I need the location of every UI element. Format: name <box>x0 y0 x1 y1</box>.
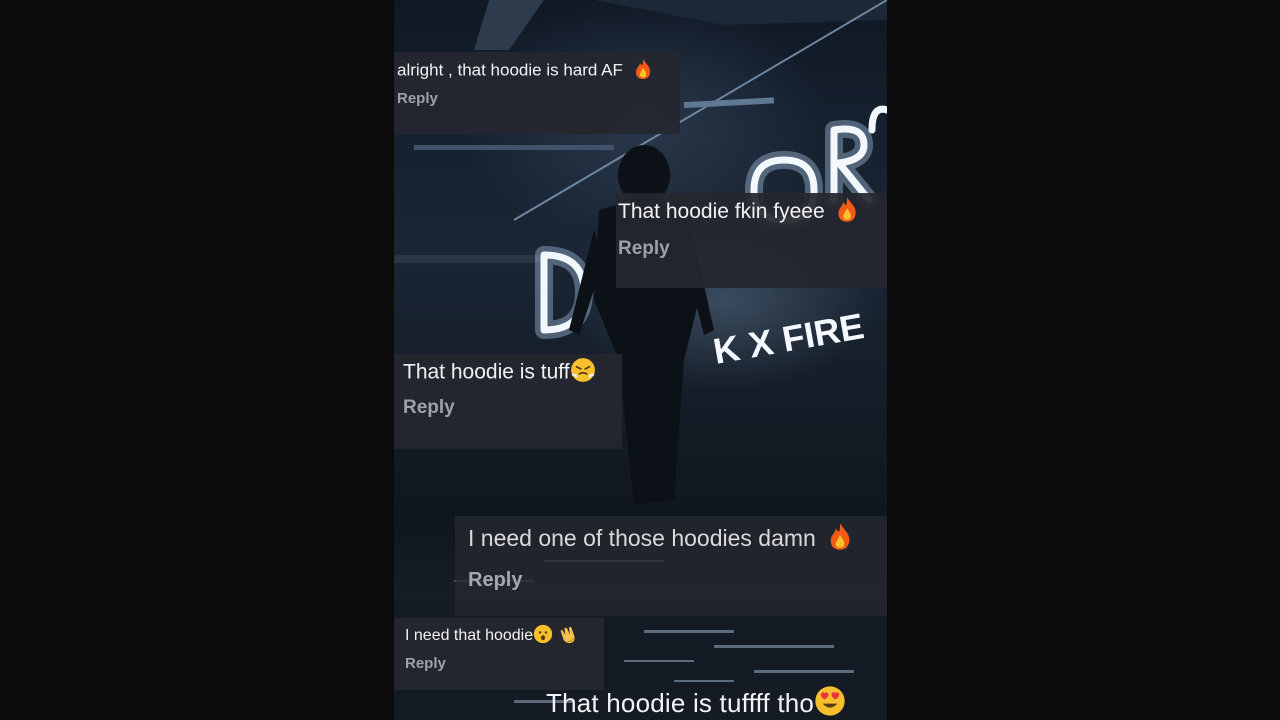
fire-icon <box>838 197 857 222</box>
comment-card: That hoodie fkin fyeee Reply <box>616 193 887 288</box>
surprised-face-icon <box>533 624 553 644</box>
reply-link[interactable]: Reply <box>618 238 670 260</box>
comment-card: alright , that hoodie is hard AF Reply <box>394 52 680 134</box>
fire-icon <box>830 523 850 551</box>
reply-link[interactable]: Reply <box>397 90 438 107</box>
ceiling-beam <box>474 0 544 50</box>
ceiling-panel <box>594 0 887 25</box>
video-frame: K X FIRE alright , that hoodie is hard A… <box>394 0 887 720</box>
clapping-hands-icon <box>560 626 575 644</box>
neon-sign-subtext: K X FIRE <box>710 305 867 372</box>
fire-icon <box>635 59 650 79</box>
reply-link[interactable]: Reply <box>403 397 455 419</box>
reply-link[interactable]: Reply <box>405 655 446 672</box>
ceiling-light <box>414 145 614 150</box>
comment-text: I need one of those hoodies damn <box>468 523 852 554</box>
comment-card: That hoodie is tuff Reply <box>394 354 622 449</box>
comment-text: That hoodie is tuff <box>403 358 596 386</box>
comment-card: I need that hoodie Reply <box>394 618 604 690</box>
comment-text: I need that hoodie <box>405 624 580 647</box>
reply-link[interactable]: Reply <box>468 569 522 592</box>
comment-card: I need one of those hoodies damn Reply <box>455 516 887 616</box>
steaming-face-icon <box>570 358 595 382</box>
comment-text: That hoodie is tuffff tho <box>546 686 846 720</box>
ceiling-light <box>683 97 775 109</box>
comment-text: alright , that hoodie is hard AF <box>397 59 652 82</box>
wall-ledge <box>394 255 544 263</box>
comment-text: That hoodie fkin fyeee <box>618 197 858 226</box>
heart-eyes-face-icon <box>815 686 845 716</box>
